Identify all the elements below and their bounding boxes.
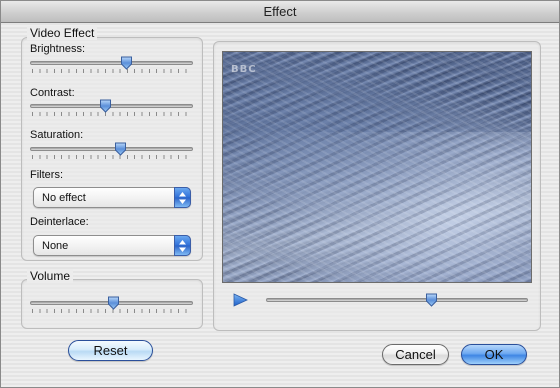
- filters-popup[interactable]: No effect: [33, 187, 191, 208]
- slider-track: [30, 147, 193, 151]
- slider-track: [30, 61, 193, 65]
- slider-thumb[interactable]: [99, 99, 112, 113]
- reset-button[interactable]: Reset: [68, 340, 153, 361]
- slider-ticks: [32, 69, 191, 73]
- updown-arrows-icon: [174, 187, 191, 208]
- filters-label: Filters:: [30, 169, 63, 181]
- cancel-button[interactable]: Cancel: [382, 344, 449, 365]
- play-icon[interactable]: [232, 293, 248, 307]
- ok-button[interactable]: OK: [461, 344, 527, 365]
- water-texture: [223, 52, 531, 282]
- playback-position-slider[interactable]: [266, 293, 528, 311]
- volume-slider[interactable]: [30, 296, 193, 314]
- deinterlace-popup[interactable]: None: [33, 235, 191, 256]
- contrast-slider[interactable]: [30, 99, 193, 117]
- brightness-label: Brightness:: [30, 43, 86, 55]
- video-preview: BBC: [222, 51, 532, 283]
- deinterlace-label: Deinterlace:: [30, 216, 89, 228]
- effect-window: Effect Video Effect Brightness: Contrast…: [0, 0, 560, 388]
- deinterlace-value: None: [42, 240, 69, 252]
- slider-ticks: [32, 155, 191, 159]
- contrast-label: Contrast:: [30, 87, 75, 99]
- updown-arrows-icon: [174, 235, 191, 256]
- slider-thumb[interactable]: [114, 142, 127, 156]
- slider-thumb[interactable]: [120, 56, 133, 70]
- saturation-slider[interactable]: [30, 142, 193, 160]
- slider-track: [266, 298, 528, 302]
- volume-title: Volume: [27, 269, 74, 283]
- channel-logo: BBC: [231, 64, 257, 75]
- slider-thumb[interactable]: [107, 296, 120, 310]
- brightness-slider[interactable]: [30, 56, 193, 74]
- saturation-label: Saturation:: [30, 129, 84, 141]
- slider-thumb[interactable]: [425, 293, 438, 307]
- window-title: Effect: [1, 1, 559, 23]
- video-effect-title: Video Effect: [27, 26, 98, 40]
- filters-value: No effect: [42, 192, 86, 204]
